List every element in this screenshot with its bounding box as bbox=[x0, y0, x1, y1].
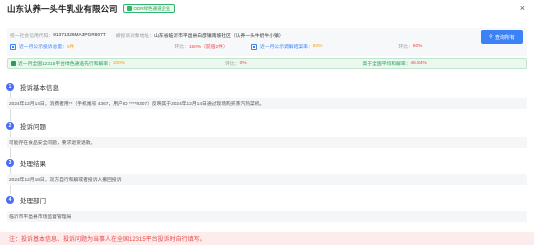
section-body: 临沂市平邑县市场监督管理局 bbox=[7, 211, 527, 222]
section-title: 处理结果 bbox=[20, 161, 46, 168]
stat-ratio-value: 150%（前值2件） bbox=[188, 45, 228, 50]
address-value: 山东省临沂市平邑县白彦镇南坡社区（认养一头牛奶牛小镇） bbox=[154, 33, 284, 39]
credit-code-label: 统一社会信用代码： bbox=[10, 33, 54, 39]
stat-label: 近一月公示调解结案率： bbox=[260, 45, 313, 50]
close-icon[interactable]: × bbox=[520, 3, 525, 13]
section-title: 处理部门 bbox=[20, 198, 46, 205]
stat-value: 60% bbox=[312, 44, 323, 49]
section-header: 4 处理部门 bbox=[6, 195, 527, 205]
stat-complaint-volume: 近一月公示投诉总量： 5件 环比： 150%（前值2件） bbox=[10, 42, 228, 51]
step-number: 4 bbox=[6, 196, 14, 204]
odr-badge: ODR绿色通道企业 bbox=[122, 4, 175, 13]
section-header: 2 投诉问题 bbox=[6, 121, 527, 131]
green-channel-value: 100% bbox=[112, 61, 126, 66]
search-icon: ⚲ bbox=[489, 34, 493, 40]
green-compare-value: 46.84% bbox=[410, 61, 427, 66]
query-all-button[interactable]: ⚲ 查询所有 bbox=[481, 30, 523, 44]
green-channel-label: 近一月全国12315平台绿色通道先行和解率： bbox=[18, 62, 113, 67]
green-compare-label: 高于全国平均和解率： bbox=[362, 62, 411, 67]
stat-mediation-rate: 近一月公示调解结案率： 60% 环比： 60% bbox=[251, 42, 422, 51]
credit-code-value: 91371326MA3PGR807T bbox=[53, 32, 106, 38]
section-title: 投诉基本信息 bbox=[20, 85, 59, 92]
green-ratio-value: 0% bbox=[239, 61, 247, 66]
section-body: 可能存在食品安全问题，要求退货退款。 bbox=[7, 137, 527, 148]
company-name: 山东认养一头牛乳业有限公司 bbox=[7, 3, 118, 14]
green-channel-icon bbox=[11, 61, 16, 66]
step-number: 1 bbox=[6, 83, 14, 91]
green-ratio-label: 环比： bbox=[225, 62, 240, 67]
chart-icon bbox=[251, 43, 257, 50]
footer-note: 注：投诉基本信息、投诉问题为当事人在全国12315平台投诉时自行填写。 bbox=[0, 232, 534, 245]
address-label: 被投诉对象地址： bbox=[115, 33, 155, 39]
query-all-button-label: 查询所有 bbox=[494, 34, 515, 41]
check-icon bbox=[126, 6, 132, 11]
odr-badge-label: ODR绿色通道企业 bbox=[133, 5, 171, 11]
section-body: 2024年12月14日，消费者用**（手机尾号 4367，用户ID ****93… bbox=[7, 98, 527, 109]
step-number: 2 bbox=[6, 122, 14, 130]
stat-ratio-label: 环比： bbox=[398, 45, 413, 50]
section-complaint-issue: 2 投诉问题 可能存在食品安全问题，要求退货退款。 bbox=[6, 121, 527, 148]
stat-value: 5件 bbox=[66, 45, 75, 50]
section-complaint-info: 1 投诉基本信息 2024年12月14日，消费者用**（手机尾号 4367，用户… bbox=[6, 82, 527, 109]
company-info-row: 统一社会信用代码： 91371326MA3PGR807T 被投诉对象地址： 山东… bbox=[10, 31, 284, 39]
section-title: 投诉问题 bbox=[20, 124, 46, 131]
section-department: 4 处理部门 临沂市平邑县市场监督管理局 bbox=[6, 195, 527, 222]
company-info-box: 统一社会信用代码： 91371326MA3PGR807T 被投诉对象地址： 山东… bbox=[7, 28, 527, 56]
chart-icon bbox=[10, 43, 16, 50]
section-header: 1 投诉基本信息 bbox=[6, 82, 527, 92]
stat-ratio-label: 环比： bbox=[174, 45, 189, 50]
section-body: 2024年12月18日，双方自行和解或者投诉人撤回投诉 bbox=[7, 174, 527, 185]
section-header: 3 处理结果 bbox=[6, 158, 527, 168]
section-result: 3 处理结果 2024年12月18日，双方自行和解或者投诉人撤回投诉 bbox=[6, 158, 527, 185]
green-channel-bar: 近一月全国12315平台绿色通道先行和解率： 100% 环比： 0% 高于全国平… bbox=[7, 58, 527, 69]
title-bar: 山东认养一头牛乳业有限公司 ODR绿色通道企业 × bbox=[0, 0, 534, 17]
stat-label: 近一月公示投诉总量： bbox=[19, 45, 67, 50]
stat-ratio-value: 60% bbox=[412, 44, 423, 49]
step-number: 3 bbox=[6, 159, 14, 167]
